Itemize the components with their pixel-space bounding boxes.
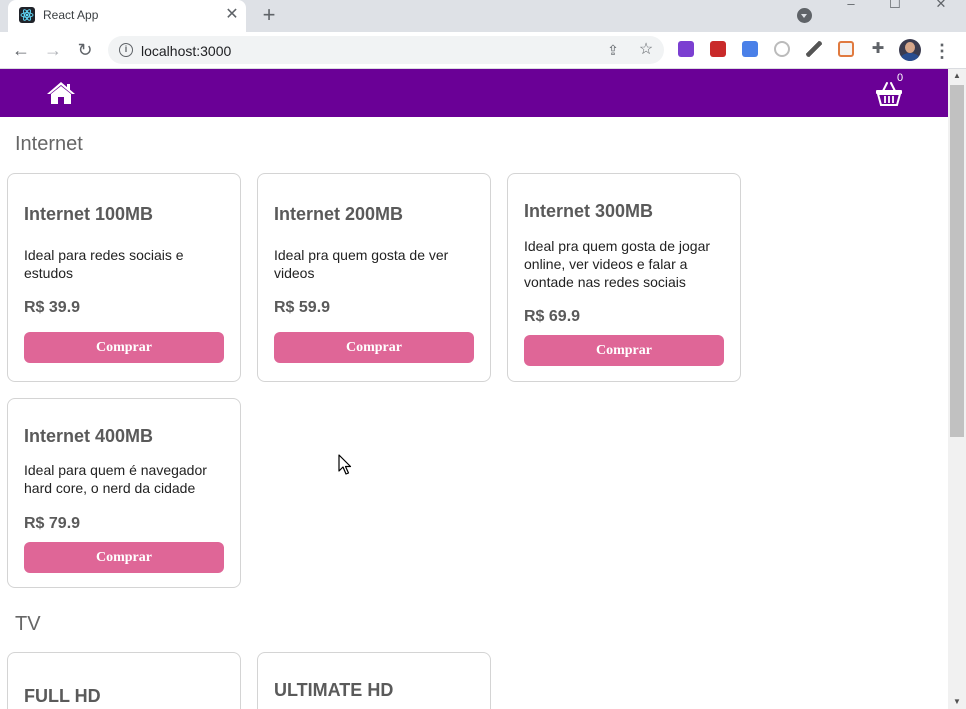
cart-count-badge: 0: [897, 72, 904, 84]
browser-toolbar: ← → ↻ i localhost:3000 ⇪ ☆ ✚ ⋮: [0, 32, 966, 69]
translate-extension-icon[interactable]: [742, 41, 758, 57]
react-icon: [19, 7, 35, 23]
product-name: Internet 400MB: [24, 426, 154, 446]
product-description: Ideal para quem é navegador hard core, o…: [24, 462, 207, 496]
product-name: Internet 200MB: [274, 204, 404, 224]
page-scrollbar[interactable]: ▲ ▼: [948, 69, 966, 709]
browser-tab-bar: React App ✕ + – ☐ ✕: [0, 0, 966, 32]
tab-title: React App: [43, 8, 99, 22]
section-title-tv: TV: [15, 613, 41, 635]
product-price: R$ 59.9: [274, 299, 331, 316]
buy-button[interactable]: Comprar: [24, 542, 224, 573]
maximize-icon[interactable]: ☐: [872, 0, 918, 12]
site-info-icon[interactable]: i: [119, 43, 133, 57]
minimize-icon[interactable]: –: [828, 0, 874, 12]
product-card: Internet 200MB Ideal pra quem gosta de v…: [257, 173, 491, 382]
product-description: Ideal pra quem gosta de ver videos: [274, 247, 449, 281]
section-title-internet: Internet: [15, 133, 83, 155]
product-card: Internet 400MB Ideal para quem é navegad…: [7, 398, 241, 588]
tab-search-icon[interactable]: [797, 8, 812, 23]
puzzle-extension-icon[interactable]: ✚: [870, 41, 886, 57]
kebab-menu-icon[interactable]: ⋮: [932, 41, 952, 61]
new-tab-button[interactable]: +: [258, 4, 280, 26]
product-description: Ideal para redes sociais e estudos: [24, 247, 184, 281]
bookmark-star-icon[interactable]: ☆: [637, 41, 655, 59]
product-price: R$ 69.9: [524, 308, 581, 325]
product-card: Internet 300MB Ideal pra quem gosta de j…: [507, 173, 741, 382]
product-name: Internet 300MB: [524, 201, 654, 221]
scroll-thumb[interactable]: [950, 85, 964, 437]
product-name: Internet 100MB: [24, 204, 154, 224]
forward-icon[interactable]: →: [40, 37, 66, 63]
scroll-down-icon[interactable]: ▼: [948, 695, 966, 709]
buy-button[interactable]: Comprar: [24, 332, 224, 363]
browser-tab[interactable]: React App ✕: [8, 0, 246, 32]
product-card: FULL HD: [7, 652, 241, 709]
mouse-cursor-icon: [338, 454, 352, 475]
product-price: R$ 39.9: [24, 299, 81, 316]
product-card: ULTIMATE HD: [257, 652, 491, 709]
share-icon[interactable]: ⇪: [605, 42, 621, 58]
eyedropper-extension-icon[interactable]: [806, 41, 822, 57]
top-nav-bar: 0: [0, 69, 948, 117]
reload-icon[interactable]: ↻: [72, 37, 98, 63]
recorder-extension-icon[interactable]: [774, 41, 790, 57]
adblock-extension-icon[interactable]: [710, 41, 726, 57]
calendar-extension-icon[interactable]: [838, 41, 854, 57]
tab-close-icon[interactable]: ✕: [223, 6, 241, 24]
product-card: Internet 100MB Ideal para redes sociais …: [7, 173, 241, 382]
page-viewport: 0 Internet Internet 100MB Ideal para red…: [0, 69, 948, 709]
avatar[interactable]: [899, 39, 921, 61]
product-name: FULL HD: [24, 686, 101, 706]
url-text[interactable]: localhost:3000: [141, 43, 231, 59]
buy-button[interactable]: Comprar: [274, 332, 474, 363]
basket-icon[interactable]: [874, 81, 904, 107]
product-description: Ideal pra quem gosta de jogar online, ve…: [524, 238, 711, 290]
scroll-up-icon[interactable]: ▲: [948, 69, 966, 83]
back-icon[interactable]: ←: [8, 37, 34, 63]
buy-button[interactable]: Comprar: [524, 335, 724, 366]
home-icon[interactable]: [46, 81, 76, 105]
product-price: R$ 79.9: [24, 515, 81, 532]
vpn-extension-icon[interactable]: [678, 41, 694, 57]
close-window-icon[interactable]: ✕: [918, 0, 964, 12]
address-bar[interactable]: i localhost:3000 ⇪ ☆: [108, 36, 664, 64]
product-name: ULTIMATE HD: [274, 680, 394, 700]
